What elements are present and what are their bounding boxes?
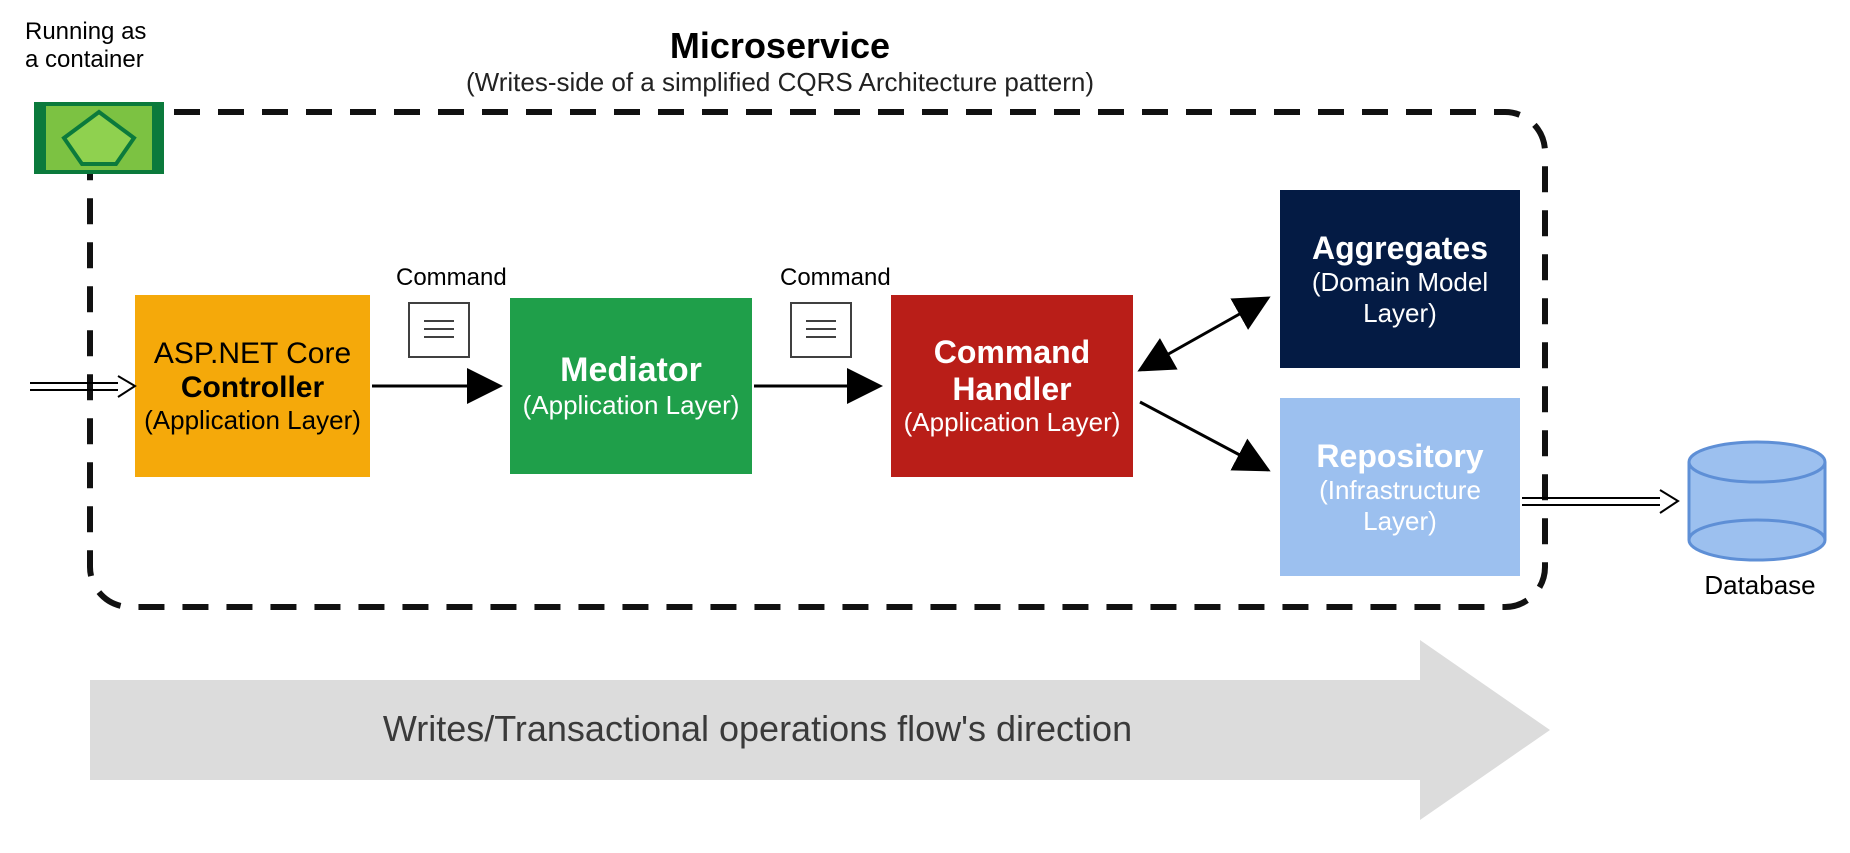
database-icon	[1685, 438, 1835, 578]
database-label: Database	[1685, 570, 1835, 601]
flow-direction-caption: Writes/Transactional operations flow's d…	[90, 708, 1425, 750]
flow-direction-arrowhead	[1420, 640, 1560, 820]
